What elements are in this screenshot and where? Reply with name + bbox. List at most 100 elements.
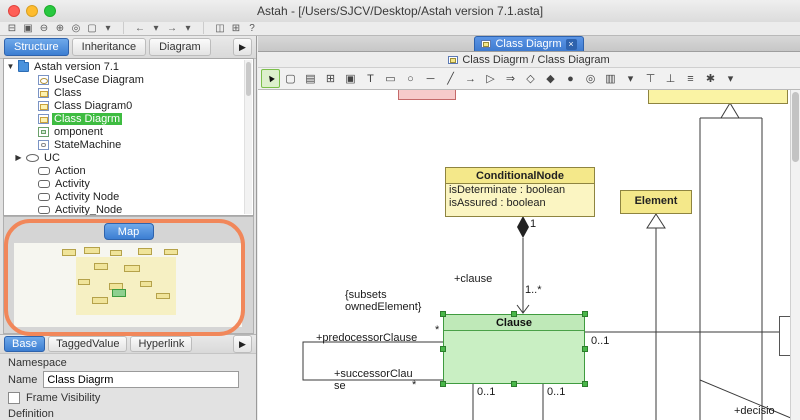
map-button[interactable]: Map [103, 223, 154, 240]
generalization-arrow [720, 102, 740, 119]
tree-scrollbar[interactable] [244, 60, 252, 214]
window-title: Astah - [/Users/SJCV/Desktop/Astah versi… [256, 4, 544, 18]
tool-icon[interactable]: ◇ [521, 69, 540, 88]
tree-item[interactable]: Activity [4, 177, 253, 190]
tool-icon[interactable]: ▲ [261, 69, 280, 88]
document-tab[interactable]: Class Diagrm × [474, 36, 584, 51]
tree-item-label: Activity Node [55, 190, 120, 203]
selection-handle[interactable] [582, 311, 588, 317]
tool-icon[interactable]: ◎ [581, 69, 600, 88]
tree-item[interactable]: Class [4, 86, 253, 99]
property-tab-bar: Base TaggedValue Hyperlink ▶ [0, 334, 256, 354]
tool-icon[interactable]: → [461, 69, 480, 88]
tool-icon[interactable]: ⇒ [501, 69, 520, 88]
tool-icon[interactable]: ▷ [481, 69, 500, 88]
tool-icon[interactable]: ╱ [441, 69, 460, 88]
tree-item[interactable]: Class Diagrm [4, 112, 253, 125]
toolbar-icon[interactable]: ? [246, 22, 258, 35]
canvas-scrollbar-thumb[interactable] [792, 92, 799, 162]
toolbar-icon[interactable]: ▣ [22, 22, 34, 35]
class-node-conditionalnode[interactable]: ConditionalNode isDeterminate : boolean … [445, 167, 595, 217]
tool-icon[interactable]: ▥ [601, 69, 620, 88]
toolbar-icon[interactable]: ▢ [86, 22, 98, 35]
tool-icon[interactable]: ⊤ [641, 69, 660, 88]
tree-item-icon [38, 179, 50, 188]
toolbar-icon[interactable]: ▾ [150, 22, 162, 35]
selection-handle[interactable] [582, 346, 588, 352]
toolbar-icon[interactable]: ⊞ [230, 22, 242, 35]
tool-icon[interactable]: ● [561, 69, 580, 88]
tool-icon[interactable]: ▤ [301, 69, 320, 88]
tree-item[interactable]: Action [4, 164, 253, 177]
selection-handle[interactable] [511, 311, 517, 317]
toolbar-icon[interactable]: ▾ [182, 22, 194, 35]
close-tab-button[interactable]: × [565, 38, 577, 50]
tool-glyph: ⊤ [645, 73, 656, 85]
tool-icon[interactable]: ▾ [621, 69, 640, 88]
tree-item[interactable]: UseCase Diagram [4, 73, 253, 86]
tool-icon[interactable]: ≡ [681, 69, 700, 88]
tree-item-label: StateMachine [54, 138, 122, 151]
toolbar-icon[interactable]: ◫ [214, 22, 226, 35]
tool-icon[interactable]: ○ [401, 69, 420, 88]
toolbar-icon[interactable]: ⊟ [6, 22, 18, 35]
tool-icon[interactable]: T [361, 69, 380, 88]
tree-item[interactable]: Class Diagram0 [4, 99, 253, 112]
tree-item[interactable]: ▶ UC [4, 151, 253, 164]
canvas-scrollbar[interactable] [790, 90, 800, 420]
self-association-line [302, 341, 443, 381]
astah-window: Astah - [/Users/SJCV/Desktop/Astah versi… [0, 0, 800, 420]
tree-item-label: Activity_Node [55, 203, 123, 216]
minimap-node [84, 247, 100, 254]
frame-visibility-checkbox[interactable] [8, 392, 20, 404]
sidebar-tab[interactable]: Diagram [149, 38, 211, 56]
sidebar-tab[interactable]: Inheritance [71, 38, 147, 56]
toolbar-icon[interactable]: ▾ [102, 22, 114, 35]
property-tab[interactable]: TaggedValue [48, 336, 128, 352]
tree-item[interactable]: Activity Node [4, 190, 253, 203]
minimap-node [92, 297, 108, 304]
name-input[interactable] [43, 371, 240, 388]
tree-item-icon [38, 205, 50, 214]
tree-item[interactable]: ▼ Astah version 7.1 [4, 60, 253, 73]
tree-item[interactable]: omponent [4, 125, 253, 138]
property-tab-overflow-button[interactable]: ▶ [233, 335, 252, 353]
selection-handle[interactable] [440, 311, 446, 317]
selection-handle[interactable] [511, 381, 517, 387]
tool-icon[interactable]: ⊥ [661, 69, 680, 88]
toolbar-icon[interactable]: ← [134, 22, 146, 35]
partial-class-node-yellow[interactable] [648, 90, 788, 104]
toolbar-icon[interactable]: ⊖ [38, 22, 50, 35]
tool-icon[interactable]: ◆ [541, 69, 560, 88]
tool-icon[interactable]: ▭ [381, 69, 400, 88]
tool-icon[interactable]: ⊞ [321, 69, 340, 88]
selection-handle[interactable] [582, 381, 588, 387]
tool-icon[interactable]: ▾ [721, 69, 740, 88]
property-tab[interactable]: Base [4, 336, 46, 352]
toolbar-icon[interactable]: → [166, 22, 178, 35]
tool-glyph: ⊞ [325, 73, 336, 85]
tool-icon[interactable]: ▢ [281, 69, 300, 88]
tree-item[interactable]: Activity_Node [4, 203, 253, 216]
tab-overflow-button[interactable]: ▶ [233, 38, 252, 56]
sidebar-tab[interactable]: Structure [4, 38, 69, 56]
disclosure-triangle-icon[interactable]: ▶ [14, 153, 23, 162]
tool-icon[interactable]: ─ [421, 69, 440, 88]
tool-icon[interactable]: ▣ [341, 69, 360, 88]
disclosure-triangle-icon[interactable]: ▼ [6, 62, 15, 71]
class-node-clause[interactable]: Clause [440, 311, 588, 387]
diagram-canvas[interactable]: ConditionalNode isDeterminate : boolean … [258, 90, 800, 420]
property-tab[interactable]: Hyperlink [130, 336, 193, 352]
class-node-element[interactable]: Element [620, 190, 692, 214]
tree-item[interactable]: StateMachine [4, 138, 253, 151]
class-attribute: isDeterminate : boolean [449, 184, 566, 196]
tree-scrollbar-thumb[interactable] [246, 62, 251, 96]
selection-handle[interactable] [440, 346, 446, 352]
selection-handle[interactable] [440, 381, 446, 387]
minimap-node [124, 265, 140, 272]
partial-class-node-pink[interactable] [398, 90, 456, 100]
toolbar-icon[interactable]: ◎ [70, 22, 82, 35]
diagram-minimap[interactable] [14, 243, 242, 327]
toolbar-icon[interactable]: ⊕ [54, 22, 66, 35]
tool-icon[interactable]: ✱ [701, 69, 720, 88]
